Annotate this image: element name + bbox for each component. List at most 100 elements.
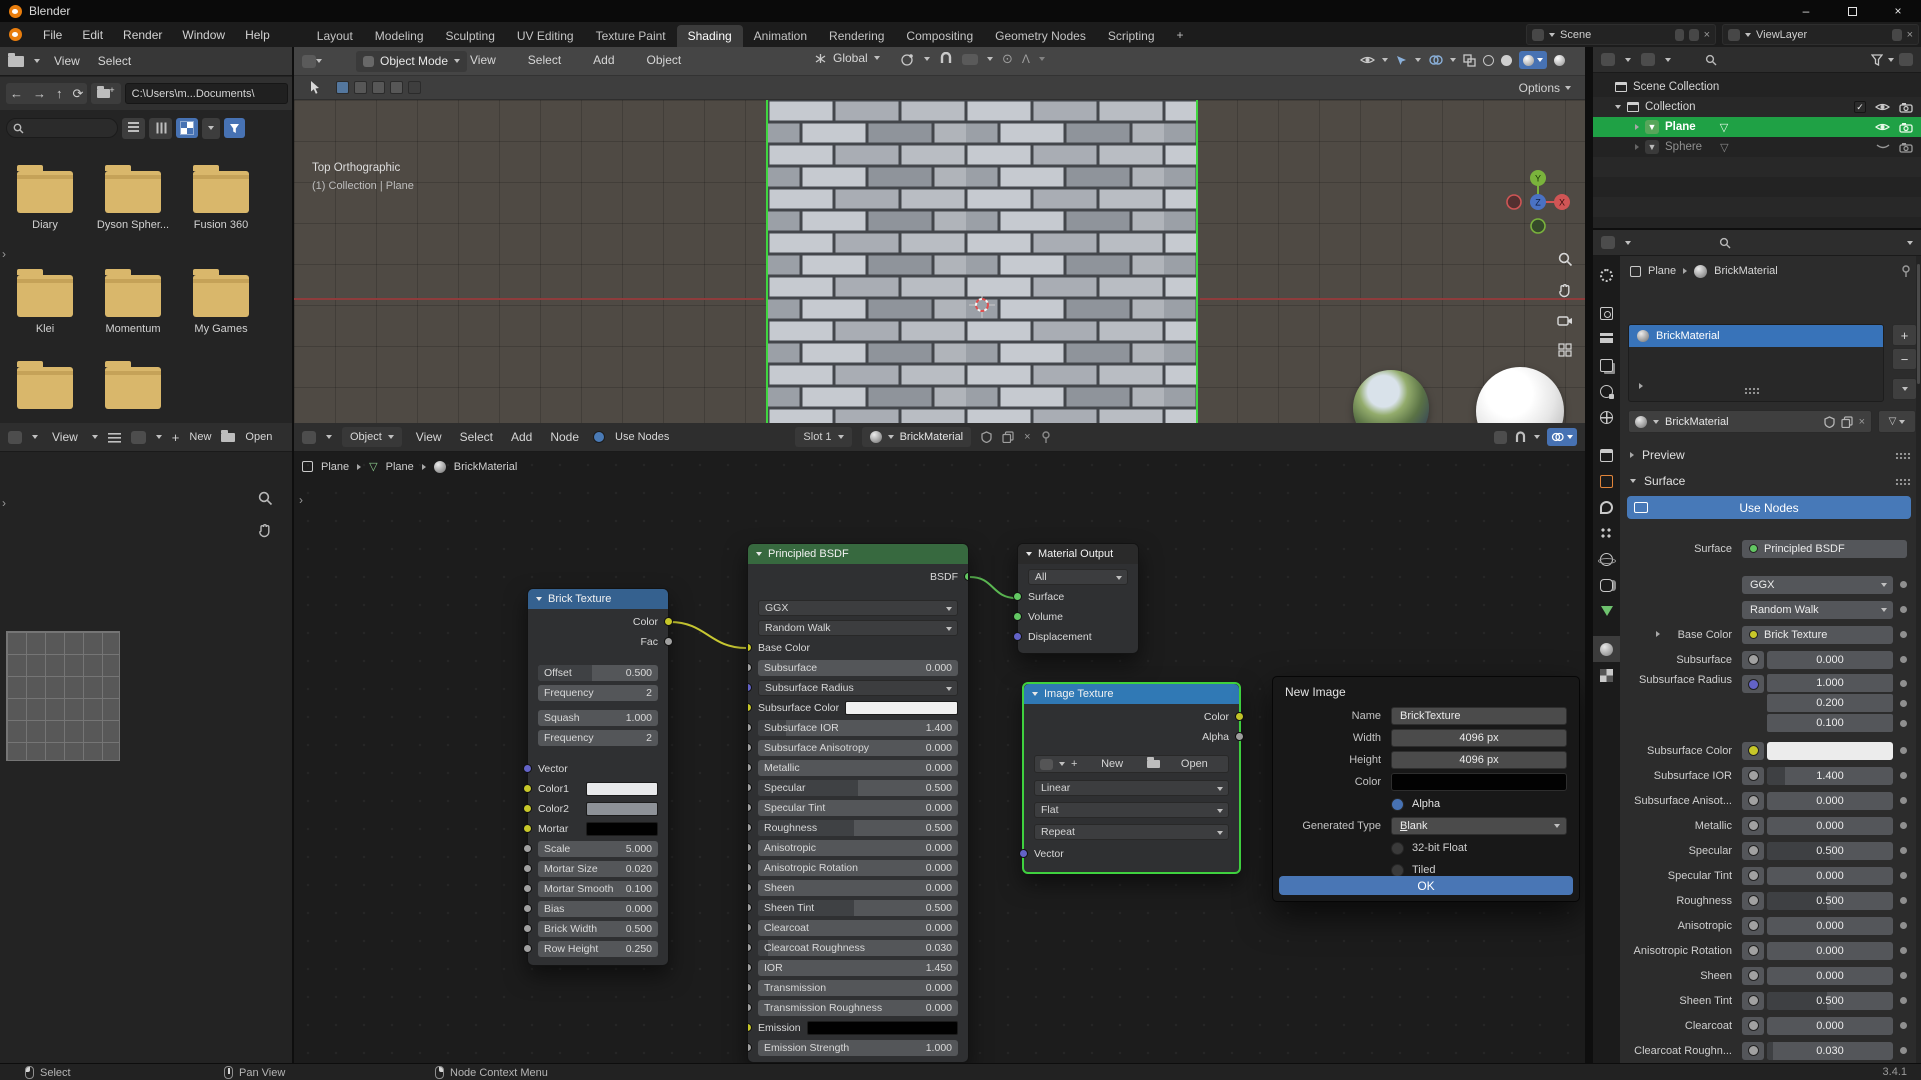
outliner-filter-icon[interactable] [1871, 54, 1883, 66]
property-row[interactable]: Sheen 0.000 [1620, 965, 1907, 986]
socket-button[interactable] [1742, 651, 1764, 669]
node-socket[interactable] [747, 883, 752, 892]
socket-button[interactable] [1742, 867, 1764, 885]
property-row[interactable]: Subsurface IOR 1.400 [1620, 765, 1907, 786]
pivot-point-icon[interactable] [900, 52, 915, 67]
slot-list-expand-icon[interactable] [1639, 383, 1643, 389]
image-new-button[interactable]: New [1083, 758, 1140, 770]
snap-target-icon[interactable] [962, 54, 978, 65]
node-row[interactable]: Specular Specular 0.500 Specular0.500 [758, 779, 958, 796]
animate-decorator[interactable] [1900, 822, 1907, 829]
properties-search-icon[interactable] [1719, 237, 1731, 249]
viewport-select-menu[interactable]: Select [524, 51, 565, 69]
animate-decorator[interactable] [1900, 947, 1907, 954]
unlink-icon[interactable]: × [1704, 29, 1710, 41]
view-layer-selector[interactable]: ViewLayer × [1722, 24, 1919, 45]
remove-slot-button[interactable]: − [1892, 348, 1917, 370]
socket-button[interactable] [1742, 742, 1764, 760]
use-nodes-checkbox[interactable] [593, 431, 605, 443]
material-slot-active[interactable]: BrickMaterial [1629, 325, 1883, 347]
node-row[interactable]: Vector Vector Vector [1034, 845, 1229, 862]
node-socket[interactable] [523, 764, 532, 773]
node-overlays-toggle[interactable] [1547, 428, 1577, 446]
unlink-material-icon[interactable]: × [1859, 416, 1865, 428]
folder-item[interactable]: My Games [177, 275, 265, 335]
file-browser-sidebar-toggle[interactable]: › [2, 247, 6, 261]
viewport-canvas[interactable]: Top Orthographic (1) Collection | Plane … [294, 100, 1585, 423]
image-editor-icon[interactable] [8, 431, 22, 444]
socket-button[interactable] [1742, 792, 1764, 810]
property-row[interactable]: Roughness 0.500 [1620, 890, 1907, 911]
modifiers[interactable] [1593, 494, 1620, 520]
filter-button[interactable] [224, 118, 245, 138]
node-row[interactable]: Subsurface IOR Subsurface IOR 1.400 Subs… [758, 719, 958, 736]
socket-button[interactable] [1742, 992, 1764, 1010]
collection-checkbox[interactable]: ✓ [1854, 101, 1866, 113]
property-row[interactable]: GGX [1620, 574, 1907, 595]
outliner-editor-icon[interactable] [1601, 53, 1615, 66]
node-row[interactable]: Color2 Color2 Color2 [538, 800, 658, 817]
viewport-add-menu[interactable]: Add [589, 51, 618, 69]
image-datablock-icon[interactable] [131, 431, 146, 444]
animate-decorator[interactable] [1900, 922, 1907, 929]
node-row[interactable]: Specular Tint Specular Tint 0.000 Specul… [758, 799, 958, 816]
image-color-swatch[interactable] [1391, 773, 1567, 791]
property-widget[interactable]: 0.030 [1767, 1042, 1893, 1060]
property-widget[interactable]: 0.000 [1767, 792, 1893, 810]
node-row[interactable]: Bias Bias 0.000 Bias0.000 [538, 900, 658, 917]
color-swatch[interactable] [845, 701, 958, 715]
proportional-falloff-icon[interactable]: Λ [1022, 52, 1030, 66]
node-principled-bsdf[interactable]: Principled BSDF BSDF BSDF BSDF [747, 543, 969, 1063]
unlink-icon[interactable]: × [1024, 431, 1030, 443]
copy-icon[interactable] [1689, 29, 1699, 41]
property-widget[interactable] [1767, 742, 1893, 760]
property-widget[interactable]: Brick Texture [1742, 626, 1893, 644]
properties-scrollbar[interactable] [1916, 256, 1921, 1063]
node-row[interactable]: Brick Width Brick Width 0.500 Brick Widt… [538, 920, 658, 937]
camera-view-icon[interactable] [1552, 308, 1578, 334]
folder-item[interactable]: Momentum [89, 275, 177, 335]
layout[interactable]: Layout [306, 25, 364, 47]
render[interactable] [1593, 300, 1620, 326]
node-socket[interactable] [523, 924, 532, 933]
animate-decorator[interactable] [1900, 897, 1907, 904]
object-visibility-icon[interactable] [1360, 55, 1375, 65]
maximize-button[interactable] [1829, 0, 1875, 22]
animate-decorator[interactable] [1900, 1022, 1907, 1029]
fake-user-shield-icon[interactable] [981, 431, 992, 443]
image-open-button[interactable]: Open [1166, 758, 1223, 770]
node-socket[interactable] [1235, 732, 1244, 741]
property-widget[interactable]: 1.400 [1767, 767, 1893, 785]
animate-decorator[interactable] [1900, 872, 1907, 879]
physics[interactable] [1593, 546, 1620, 572]
properties-options-dropdown[interactable] [1907, 241, 1913, 245]
shader-type-dropdown[interactable]: Object [342, 427, 402, 447]
property-widget[interactable]: Principled BSDF [1742, 540, 1907, 558]
color-swatch[interactable] [586, 822, 658, 836]
shading-solid-icon[interactable] [1501, 55, 1512, 66]
object[interactable] [1593, 468, 1620, 494]
float-checkbox[interactable] [1391, 842, 1404, 855]
xray-toggle-icon[interactable] [1463, 54, 1476, 67]
node-socket[interactable] [747, 1023, 752, 1032]
node-row[interactable]: Transmission Roughness Transmission Roug… [758, 999, 958, 1016]
gizmos-toggle-icon[interactable] [1395, 54, 1408, 67]
property-widget[interactable]: 0.500 [1767, 842, 1893, 860]
node-material-output[interactable]: Material Output All All Surface Surface [1017, 543, 1139, 654]
add-slot-button[interactable]: + [1892, 324, 1917, 346]
node-node-menu[interactable]: Node [546, 428, 583, 446]
breadcrumb-material[interactable]: BrickMaterial [1714, 265, 1778, 277]
node-socket[interactable] [747, 943, 752, 952]
proportional-editing-icon[interactable]: ⊙ [1002, 51, 1013, 67]
node-socket[interactable] [747, 963, 752, 972]
node-row[interactable]: Subsurface Anisotropy Subsurface Anisotr… [758, 739, 958, 756]
new-copy-icon[interactable] [1002, 431, 1014, 443]
properties-editor-icon[interactable] [1601, 236, 1615, 249]
node-socket[interactable] [1235, 712, 1244, 721]
particles[interactable] [1593, 520, 1620, 546]
socket-button[interactable] [1742, 942, 1764, 960]
vector-widget[interactable]: 1.000 0.200 0.100 [1767, 674, 1907, 732]
select-mode-invert-button[interactable] [390, 81, 403, 94]
close-button[interactable]: × [1875, 0, 1921, 22]
display-size-dropdown[interactable] [202, 118, 220, 139]
